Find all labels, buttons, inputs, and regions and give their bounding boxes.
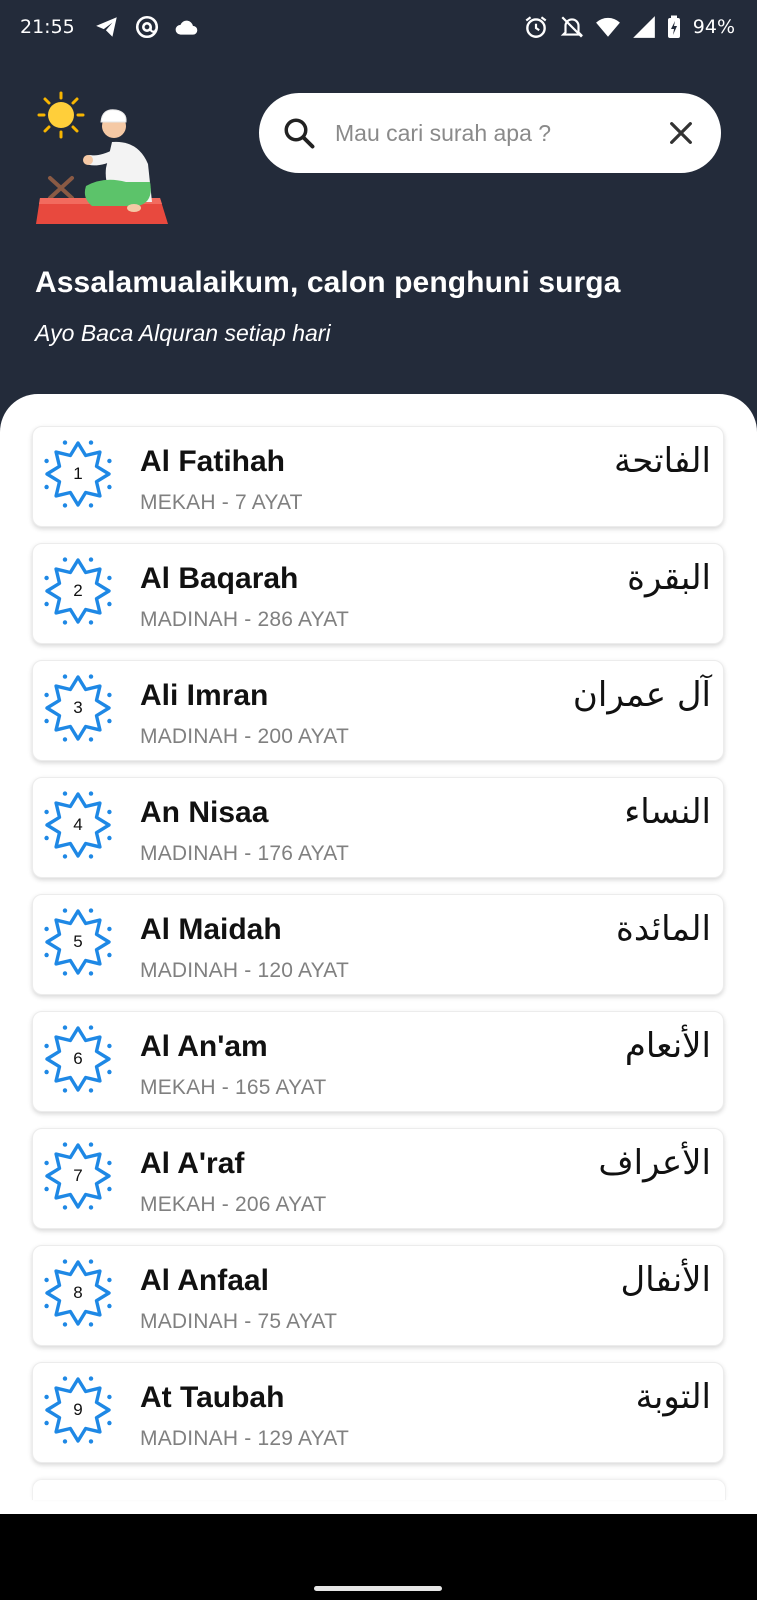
surah-card-8[interactable]: 8 Al Anfaal MADINAH - 75 AYAT الأنفال [32,1245,724,1346]
surah-meta: MADINAH - 120 AYAT [140,959,349,982]
surah-name: Ali Imran [140,679,269,712]
surah-arabic-name: النساء [624,792,711,832]
surah-card-partial[interactable] [32,1479,726,1500]
cloud-icon [175,20,198,35]
surah-number-badge: 1 [41,437,115,511]
greeting-subtitle: Ayo Baca Alquran setiap hari [35,320,331,346]
surah-arabic-name: الأنعام [624,1026,711,1066]
surah-number: 8 [73,1283,83,1302]
surah-card-7[interactable]: 7 Al A'raf MEKAH - 206 AYAT الأعراف [32,1128,724,1229]
surah-card-5[interactable]: 5 Al Maidah MADINAH - 120 AYAT المائدة [32,894,724,995]
surah-arabic-name: المائدة [616,909,711,949]
search-icon [284,118,315,149]
surah-card-6[interactable]: 6 Al An'am MEKAH - 165 AYAT الأنعام [32,1011,724,1112]
surah-number: 4 [73,815,83,834]
surah-number: 1 [73,464,83,483]
surah-card-9[interactable]: 9 At Taubah MADINAH - 129 AYAT التوبة [32,1362,724,1463]
surah-number: 6 [73,1049,83,1068]
surah-card-4[interactable]: 4 An Nisaa MADINAH - 176 AYAT النساء [32,777,724,878]
surah-name: Al Maidah [140,913,282,946]
home-indicator[interactable] [314,1586,442,1591]
alarm-icon [525,16,547,38]
surah-list-sheet: 1 Al Fatihah MEKAH - 7 AYAT الفاتحة 2 Al… [0,394,757,1514]
signal-icon [632,16,655,38]
search-bar[interactable] [259,93,721,173]
surah-name: Al A'raf [140,1147,245,1180]
surah-name: Al Anfaal [140,1264,269,1297]
surah-number: 7 [73,1166,83,1185]
close-icon[interactable] [665,117,697,149]
surah-name: At Taubah [140,1381,285,1414]
surah-number: 9 [73,1400,83,1419]
praying-man-illustration [36,91,168,224]
battery-charging-icon [667,15,680,38]
surah-number-badge: 5 [41,905,115,979]
surah-card-1[interactable]: 1 Al Fatihah MEKAH - 7 AYAT الفاتحة [32,426,724,527]
battery-level: 94% [692,16,735,38]
surah-number-badge: 7 [41,1139,115,1213]
notifications-off-icon [560,16,584,38]
surah-meta: MADINAH - 200 AYAT [140,725,349,748]
surah-meta: MEKAH - 7 AYAT [140,491,303,514]
surah-meta: MADINAH - 176 AYAT [140,842,349,865]
surah-name: An Nisaa [140,796,269,829]
surah-arabic-name: البقرة [627,558,711,598]
surah-number: 2 [73,581,83,600]
sun-icon [37,91,85,139]
surah-card-3[interactable]: 3 Ali Imran MADINAH - 200 AYAT آل عمران [32,660,724,761]
status-bar: 21:55 94% [0,0,757,56]
greeting-title: Assalamualaikum, calon penghuni surga [35,266,621,299]
surah-meta: MADINAH - 129 AYAT [140,1427,349,1450]
wifi-icon [595,17,620,37]
surah-name: Al Baqarah [140,562,299,595]
surah-number-badge: 4 [41,788,115,862]
surah-arabic-name: الأعراف [598,1143,711,1183]
status-time: 21:55 [20,16,75,38]
surah-meta: MADINAH - 75 AYAT [140,1310,338,1333]
telegram-icon [96,17,117,37]
surah-name: Al Fatihah [140,445,286,478]
surah-number: 3 [73,698,83,717]
surah-meta: MADINAH - 286 AYAT [140,608,349,631]
surah-number: 5 [73,932,83,951]
surah-arabic-name: الفاتحة [613,441,711,481]
surah-arabic-name: التوبة [635,1377,711,1417]
surah-arabic-name: آل عمران [572,675,711,715]
surah-card-2[interactable]: 2 Al Baqarah MADINAH - 286 AYAT البقرة [32,543,724,644]
surah-list[interactable]: 1 Al Fatihah MEKAH - 7 AYAT الفاتحة 2 Al… [32,426,726,1500]
surah-arabic-name: الأنفال [620,1260,711,1300]
surah-number-badge: 6 [41,1022,115,1096]
search-input[interactable] [333,112,665,154]
surah-name: Al An'am [140,1030,268,1063]
surah-number-badge: 2 [41,554,115,628]
surah-number-badge: 9 [41,1373,115,1447]
status-left-icons [94,14,200,40]
surah-meta: MEKAH - 165 AYAT [140,1076,327,1099]
surah-number-badge: 3 [41,671,115,745]
surah-number-badge: 8 [41,1256,115,1330]
status-right-icons: 94% [523,14,735,40]
surah-meta: MEKAH - 206 AYAT [140,1193,327,1216]
at-sign-icon [135,15,159,39]
